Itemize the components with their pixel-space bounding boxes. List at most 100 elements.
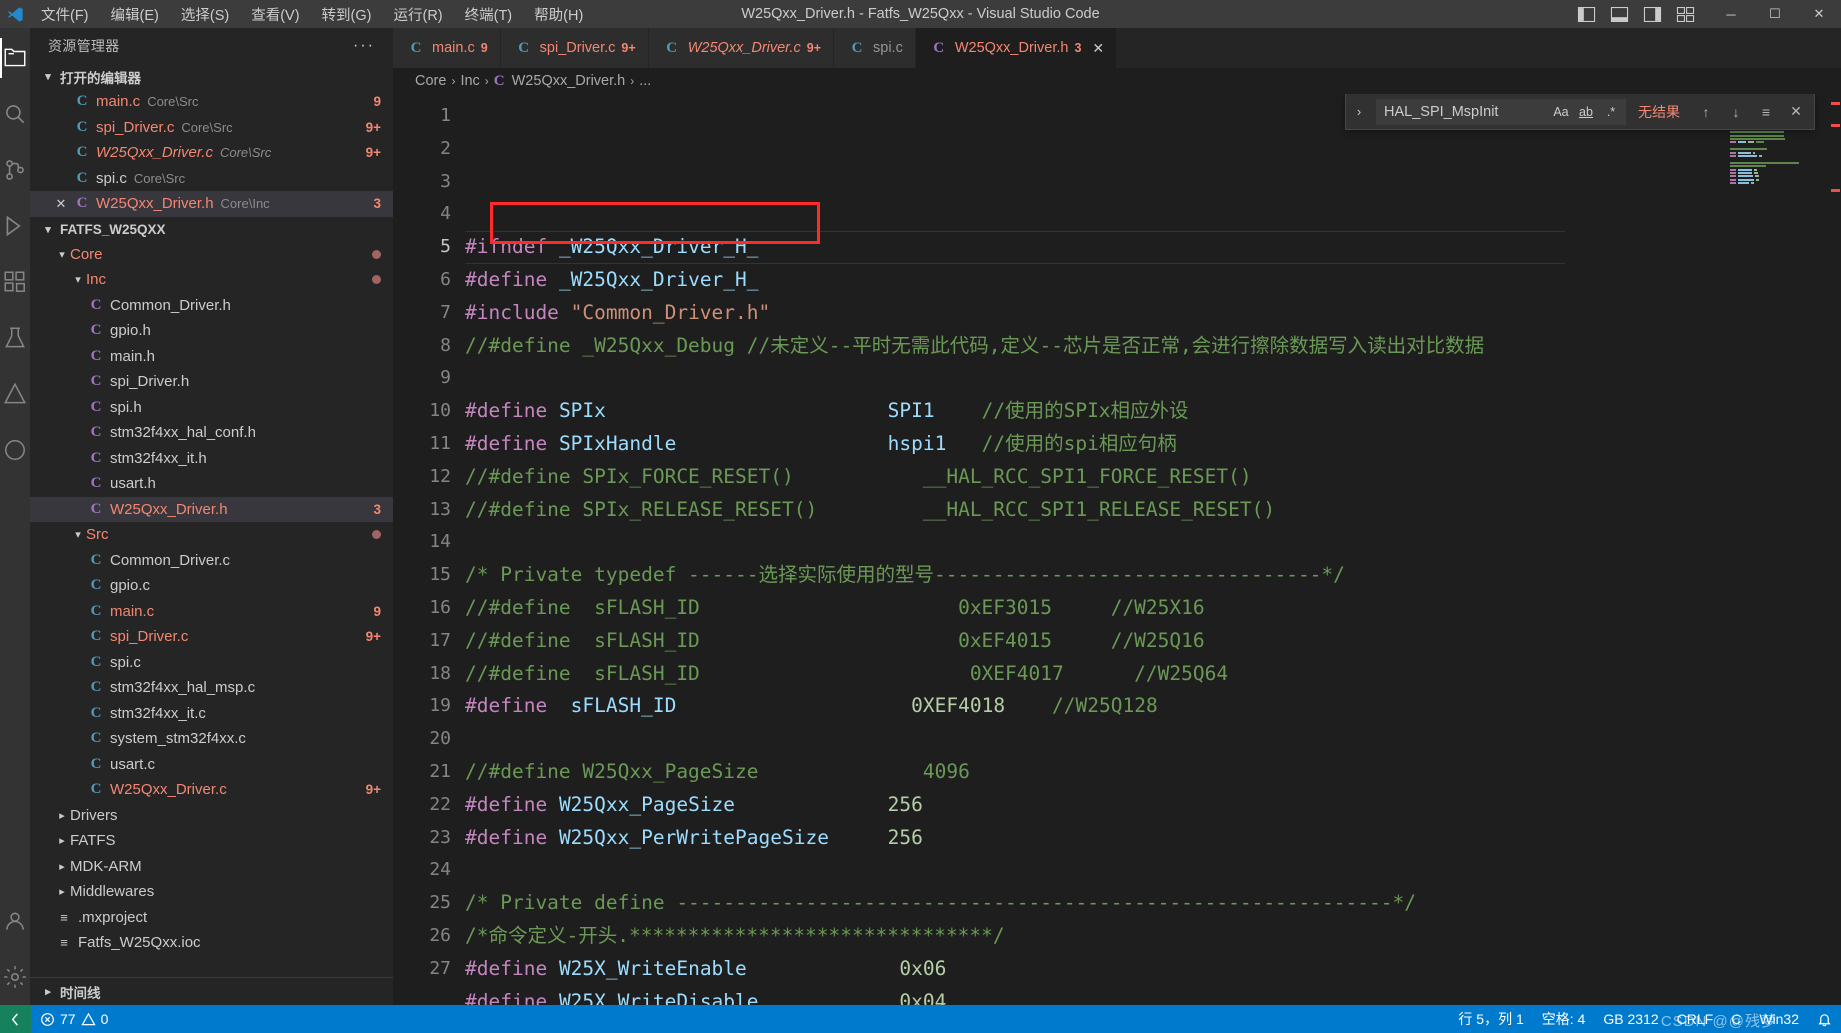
- tree-file[interactable]: C system_stm32f4xx.c: [30, 726, 393, 752]
- problems-status[interactable]: 77 0: [31, 1005, 117, 1033]
- tab-main-c[interactable]: C main.c 9: [393, 28, 501, 68]
- activity-search-icon[interactable]: [0, 86, 30, 142]
- open-editor-item[interactable]: C spi.c Core\Src: [30, 166, 393, 192]
- code-line[interactable]: //#define sFLASH_ID 0XEF4017 //W25Q64: [465, 658, 1841, 691]
- find-input-box[interactable]: HAL_SPI_MspInit Aa ab .*: [1376, 98, 1626, 125]
- open-editor-item[interactable]: C W25Qxx_Driver.c Core\Src 9+: [30, 140, 393, 166]
- tree-folder-core[interactable]: ▾ Core: [30, 242, 393, 268]
- tree-folder-mdk-arm[interactable]: ▸ MDK-ARM: [30, 854, 393, 880]
- activity-run-debug-icon[interactable]: [0, 198, 30, 254]
- code-line[interactable]: //#define sFLASH_ID 0xEF4015 //W25Q16: [465, 625, 1841, 658]
- menu-terminal[interactable]: 终端(T): [454, 1, 524, 28]
- maximize-button[interactable]: ☐: [1753, 0, 1797, 28]
- menu-help[interactable]: 帮助(H): [523, 1, 594, 28]
- tree-file[interactable]: C usart.h: [30, 471, 393, 497]
- layout-controls[interactable]: [1577, 6, 1709, 22]
- close-find-widget-icon[interactable]: ✕: [1784, 100, 1808, 124]
- code-line[interactable]: /* Private typedef ------选择实际使用的型号------…: [465, 559, 1841, 592]
- tree-folder-src[interactable]: ▾ Src: [30, 522, 393, 548]
- section-workspace-root[interactable]: ▾ FATFS_W25QXX: [30, 217, 393, 242]
- menu-selection[interactable]: 选择(S): [170, 1, 240, 28]
- toggle-sidebar-icon[interactable]: [1577, 6, 1596, 22]
- tree-file[interactable]: C gpio.h: [30, 318, 393, 344]
- code-line[interactable]: #define W25Qxx_PageSize 256: [465, 789, 1841, 822]
- tree-folder-drivers[interactable]: ▸ Drivers: [30, 803, 393, 829]
- tree-file-mxproject[interactable]: ≡ .mxproject: [30, 905, 393, 931]
- code-line[interactable]: [465, 854, 1841, 887]
- remote-indicator[interactable]: [0, 1005, 31, 1033]
- tree-file-active[interactable]: C W25Qxx_Driver.h 3: [30, 496, 393, 522]
- menu-run[interactable]: 运行(R): [382, 1, 453, 28]
- menu-view[interactable]: 查看(V): [240, 1, 310, 28]
- minimap[interactable]: [1727, 94, 1827, 1005]
- tree-file[interactable]: C stm32f4xx_it.c: [30, 701, 393, 727]
- tree-file-ioc[interactable]: ≡ Fatfs_W25Qxx.ioc: [30, 930, 393, 956]
- activity-settings-gear-icon[interactable]: [0, 949, 30, 1005]
- code-line[interactable]: //#define W25Qxx_PageSize 4096: [465, 756, 1841, 789]
- activity-accounts-icon[interactable]: [0, 893, 30, 949]
- tree-file[interactable]: C main.h: [30, 344, 393, 370]
- tree-folder-fatfs[interactable]: ▸ FATFS: [30, 828, 393, 854]
- tree-file[interactable]: C gpio.c: [30, 573, 393, 599]
- open-editor-item[interactable]: C spi_Driver.c Core\Src 9+: [30, 115, 393, 141]
- code-line[interactable]: #define W25X_WriteDisable 0x04: [465, 986, 1841, 1005]
- end-of-line[interactable]: CRLF: [1668, 1005, 1723, 1033]
- customize-layout-icon[interactable]: [1676, 6, 1695, 22]
- activity-explorer-icon[interactable]: [0, 30, 30, 86]
- tab-w25qxx-driver-h[interactable]: C W25Qxx_Driver.h 3 ✕: [915, 28, 1118, 68]
- toggle-secondary-sidebar-icon[interactable]: [1643, 6, 1662, 22]
- find-previous-icon[interactable]: ↑: [1694, 100, 1718, 124]
- breadcrumb-item-file[interactable]: W25Qxx_Driver.h: [512, 73, 626, 89]
- match-case-icon[interactable]: Aa: [1550, 102, 1572, 122]
- tree-file[interactable]: C stm32f4xx_hal_conf.h: [30, 420, 393, 446]
- code-line[interactable]: //#define SPIx_FORCE_RESET() __HAL_RCC_S…: [465, 461, 1841, 494]
- code-line[interactable]: [465, 723, 1841, 756]
- sidebar-more-actions-icon[interactable]: ···: [353, 37, 383, 55]
- notifications-bell-icon[interactable]: [1808, 1005, 1841, 1033]
- code-line[interactable]: [465, 526, 1841, 559]
- indentation[interactable]: 空格: 4: [1533, 1005, 1595, 1033]
- menu-go[interactable]: 转到(G): [311, 1, 383, 28]
- code-line[interactable]: /*命令定义-开头.******************************…: [465, 920, 1841, 953]
- code-line[interactable]: #define sFLASH_ID 0XEF4018 //W25Q128: [465, 690, 1841, 723]
- tree-file[interactable]: C spi_Driver.c 9+: [30, 624, 393, 650]
- close-window-button[interactable]: ✕: [1797, 0, 1841, 28]
- language-mode[interactable]: C: [1722, 1005, 1750, 1033]
- activity-cmake-icon[interactable]: [0, 366, 30, 422]
- toggle-panel-icon[interactable]: [1610, 6, 1629, 22]
- tree-file[interactable]: C spi_Driver.h: [30, 369, 393, 395]
- platform-target[interactable]: Win32: [1750, 1005, 1808, 1033]
- whole-word-icon[interactable]: ab: [1575, 102, 1597, 122]
- activity-remote-explorer-icon[interactable]: [0, 422, 30, 478]
- find-widget[interactable]: › HAL_SPI_MspInit Aa ab .* 无结果 ↑ ↓ ≡ ✕: [1345, 94, 1815, 130]
- code-line[interactable]: #define W25X_WriteEnable 0x06: [465, 953, 1841, 986]
- open-editor-item[interactable]: C main.c Core\Src 9: [30, 89, 393, 115]
- tree-folder-inc[interactable]: ▾ Inc: [30, 267, 393, 293]
- tab-w25qxx-driver-c[interactable]: C W25Qxx_Driver.c 9+: [648, 28, 835, 68]
- code-line[interactable]: #define _W25Qxx_Driver_H_: [465, 264, 1841, 297]
- menu-edit[interactable]: 编辑(E): [100, 1, 170, 28]
- toggle-replace-icon[interactable]: ›: [1348, 104, 1370, 119]
- tree-file[interactable]: C spi.h: [30, 395, 393, 421]
- open-editor-item-active[interactable]: ✕ C W25Qxx_Driver.h Core\Inc 3: [30, 191, 393, 217]
- cursor-position[interactable]: 行 5，列 1: [1449, 1005, 1532, 1033]
- activity-testing-icon[interactable]: [0, 310, 30, 366]
- encoding[interactable]: GB 2312: [1594, 1005, 1667, 1033]
- find-next-icon[interactable]: ↓: [1724, 100, 1748, 124]
- code-line[interactable]: [465, 362, 1841, 395]
- code-editor[interactable]: 1 2 3 4 5 6 7 8 9 10 11 12 13 14 15 16 17 18 19 20 21 22 23 24 2…: [393, 94, 1841, 1005]
- tree-file[interactable]: C usart.c: [30, 752, 393, 778]
- tree-folder-middlewares[interactable]: ▸ Middlewares: [30, 879, 393, 905]
- overview-ruler[interactable]: [1827, 94, 1841, 1005]
- tree-file[interactable]: C W25Qxx_Driver.c 9+: [30, 777, 393, 803]
- tree-file[interactable]: C stm32f4xx_it.h: [30, 446, 393, 472]
- code-line[interactable]: //#define sFLASH_ID 0xEF3015 //W25X16: [465, 592, 1841, 625]
- code-line[interactable]: //#define SPIx_RELEASE_RESET() __HAL_RCC…: [465, 494, 1841, 527]
- code-line[interactable]: #define SPIxHandle hspi1 //使用的spi相应句柄: [465, 428, 1841, 461]
- tree-file[interactable]: C Common_Driver.c: [30, 548, 393, 574]
- minimize-button[interactable]: ─: [1709, 0, 1753, 28]
- tree-file[interactable]: C main.c 9: [30, 599, 393, 625]
- close-editor-icon[interactable]: ✕: [50, 196, 72, 212]
- window-controls[interactable]: ─ ☐ ✕: [1709, 0, 1841, 28]
- find-input[interactable]: HAL_SPI_MspInit: [1384, 104, 1547, 120]
